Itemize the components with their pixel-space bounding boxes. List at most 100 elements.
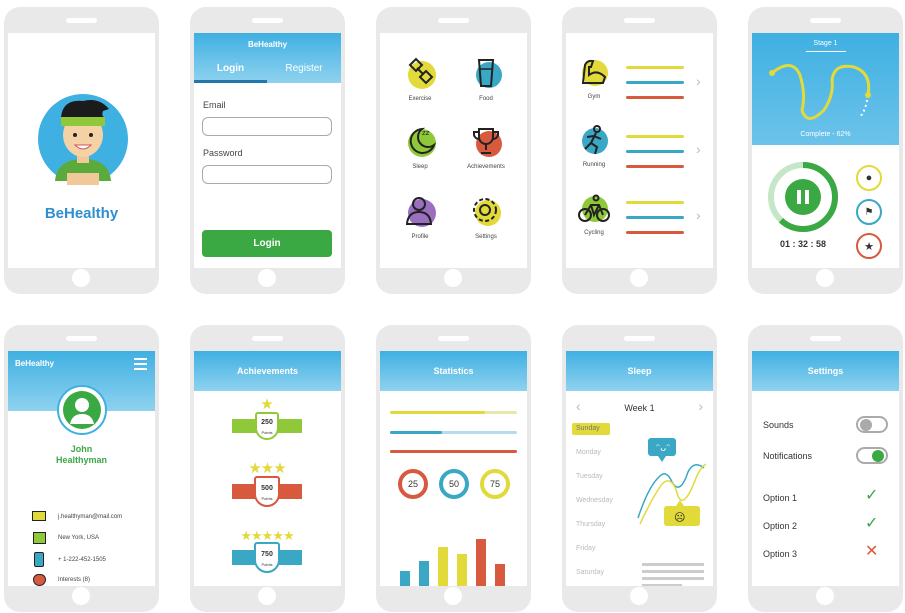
star-button[interactable]: ★ xyxy=(856,233,882,259)
password-field[interactable] xyxy=(202,165,332,184)
sleep-header: Sleep xyxy=(566,351,713,391)
home-button[interactable] xyxy=(444,269,462,287)
profile-last-name: Healthyman xyxy=(55,455,108,465)
svg-text:ᵔᴗᵔ: ᵔᴗᵔ xyxy=(656,443,670,454)
login-button[interactable]: Login xyxy=(202,230,332,257)
day-tuesday[interactable]: Tuesday xyxy=(576,473,603,480)
badge-value: 750 xyxy=(261,551,273,558)
menu-label: Settings xyxy=(475,234,497,240)
phone-speaker xyxy=(438,18,469,23)
chevron-right-icon[interactable]: › xyxy=(698,398,703,414)
achievements-screen: Achievements ★ 250 Points ★★★ 500 Points ★… xyxy=(194,351,341,586)
tab-register[interactable]: Register xyxy=(267,63,341,74)
profile-phone[interactable]: + 1-222-452-1505 xyxy=(58,557,106,563)
dumbbell-icon xyxy=(408,57,436,89)
flag-icon: ⚑ xyxy=(864,206,874,218)
phone-speaker xyxy=(252,18,283,23)
trophy-icon xyxy=(473,128,502,157)
route-panel: Stage 1 Complete - 62% xyxy=(752,33,899,145)
menu-item-settings[interactable]: Settings xyxy=(466,193,506,240)
chevron-right-icon[interactable]: › xyxy=(696,141,701,157)
home-button[interactable] xyxy=(72,269,90,287)
stat-ring-75: 75 xyxy=(480,469,510,499)
progress-bar xyxy=(626,150,684,153)
sounds-label: Sounds xyxy=(763,420,794,430)
flag-button[interactable]: ⚑ xyxy=(856,199,882,225)
home-button[interactable] xyxy=(630,587,648,605)
menu-label: Food xyxy=(479,96,493,102)
menu-item-profile[interactable]: Profile xyxy=(400,193,440,240)
star-icon: ★ xyxy=(260,396,274,413)
pause-button[interactable] xyxy=(785,179,821,215)
bomb-icon: ● xyxy=(865,172,873,184)
home-button[interactable] xyxy=(816,269,834,287)
profile-email[interactable]: j.healthyman@mail.com xyxy=(58,514,122,520)
check-icon[interactable]: ✓ xyxy=(865,485,878,505)
day-saturday[interactable]: Saturday xyxy=(576,569,604,576)
cross-icon[interactable]: ✕ xyxy=(865,541,878,561)
badge-value: 250 xyxy=(261,419,273,426)
menu-label: Sleep xyxy=(412,164,428,170)
day-monday[interactable]: Monday xyxy=(576,449,601,456)
bomb-button[interactable]: ● xyxy=(856,165,882,191)
pause-icon xyxy=(797,190,801,204)
chevron-right-icon[interactable]: › xyxy=(696,207,701,223)
menu-screen: Exercise Food zz Sleep Achievements Prof… xyxy=(380,33,527,268)
progress-bar xyxy=(626,81,684,84)
menu-item-achievements[interactable]: Achievements xyxy=(462,123,510,170)
glass-icon xyxy=(476,59,502,88)
avatar[interactable] xyxy=(57,385,107,435)
home-button[interactable] xyxy=(258,269,276,287)
notifications-toggle[interactable] xyxy=(856,447,888,464)
profile-first-name: John xyxy=(70,444,93,454)
home-icon xyxy=(33,532,46,544)
login-brand: BeHealthy xyxy=(247,40,288,49)
phone-workout: Stage 1 Complete - 62% 01 : 32 : 58 ● ⚑ … xyxy=(748,7,903,294)
badge-unit: Points xyxy=(261,562,273,567)
home-button[interactable] xyxy=(258,587,276,605)
activity-cycling[interactable]: Cycling xyxy=(574,191,614,236)
profile-interests[interactable]: Interests (8) xyxy=(58,577,90,583)
badge-750[interactable]: ★★★★★ 750 Points xyxy=(232,529,302,576)
menu-item-food[interactable]: Food xyxy=(466,55,506,102)
workout-screen: Stage 1 Complete - 62% 01 : 32 : 58 ● ⚑ … xyxy=(752,33,899,268)
day-wednesday[interactable]: Wednesday xyxy=(576,497,613,504)
option-1-label: Option 1 xyxy=(763,493,798,503)
phone-speaker xyxy=(66,18,97,23)
profile-brand: BeHealthy xyxy=(15,359,55,368)
activity-running[interactable]: Running xyxy=(574,123,614,168)
email-field[interactable] xyxy=(202,117,332,136)
day-sunday[interactable]: Sunday xyxy=(576,425,600,432)
hamburger-menu-icon[interactable] xyxy=(134,358,147,370)
day-friday[interactable]: Friday xyxy=(576,545,595,552)
phone-speaker xyxy=(810,336,841,341)
tab-login[interactable]: Login xyxy=(194,63,267,74)
home-button[interactable] xyxy=(630,269,648,287)
menu-item-sleep[interactable]: zz Sleep xyxy=(400,123,440,170)
text-line xyxy=(642,577,704,580)
home-button[interactable] xyxy=(72,587,90,605)
badge-value: 500 xyxy=(261,485,273,492)
day-thursday[interactable]: Thursday xyxy=(576,521,605,528)
chevron-right-icon[interactable]: › xyxy=(696,73,701,89)
home-button[interactable] xyxy=(816,587,834,605)
phone-icon xyxy=(34,552,44,567)
check-icon[interactable]: ✓ xyxy=(865,513,878,533)
login-screen: BeHealthy Login Register Email Password … xyxy=(194,33,341,268)
active-tab-indicator xyxy=(194,80,267,83)
badge-unit: Points xyxy=(261,430,273,435)
phone-menu: Exercise Food zz Sleep Achievements Prof… xyxy=(376,7,531,294)
badge-250[interactable]: ★ 250 Points xyxy=(232,397,302,442)
phone-speaker xyxy=(252,336,283,341)
menu-item-exercise[interactable]: Exercise xyxy=(400,55,440,102)
progress-bar xyxy=(626,216,684,219)
phone-speaker xyxy=(810,18,841,23)
activity-gym[interactable]: Gym xyxy=(574,55,614,100)
user-avatar-icon xyxy=(63,391,101,429)
avatar-illustration xyxy=(38,94,128,185)
activity-label: Running xyxy=(582,162,606,168)
sounds-toggle[interactable] xyxy=(856,416,888,433)
home-button[interactable] xyxy=(444,587,462,605)
badge-500[interactable]: ★★★ 500 Points xyxy=(232,461,302,510)
phone-speaker xyxy=(66,336,97,341)
